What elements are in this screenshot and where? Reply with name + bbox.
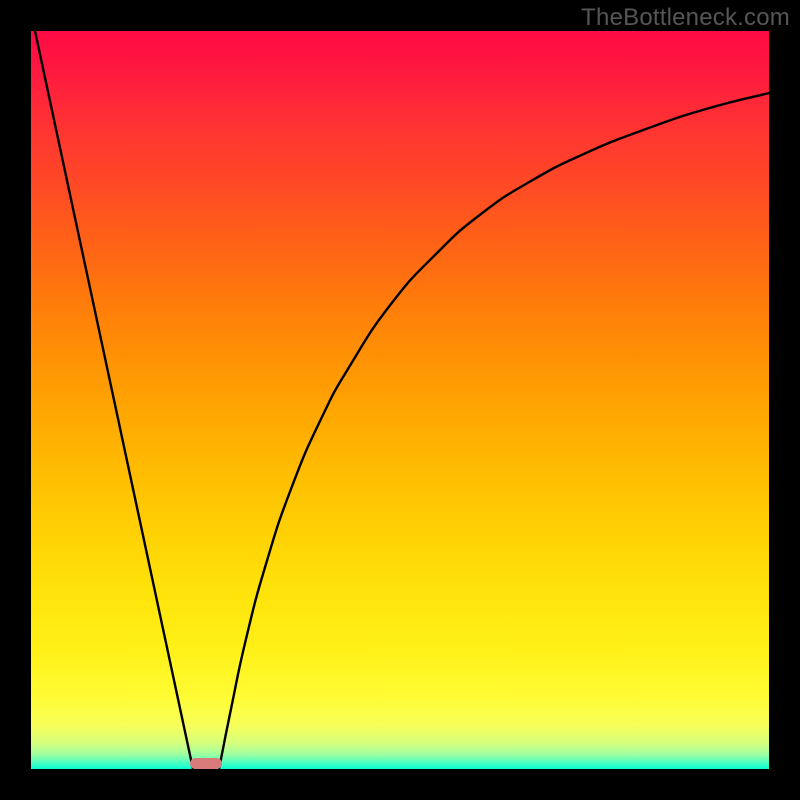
chart-frame: TheBottleneck.com [0,0,800,800]
curve-right-segment [219,93,769,769]
bottleneck-marker [190,758,222,769]
plot-area [31,31,769,769]
curve-left-segment [35,31,193,769]
attribution-label: TheBottleneck.com [581,4,790,32]
curve-layer [31,31,769,769]
